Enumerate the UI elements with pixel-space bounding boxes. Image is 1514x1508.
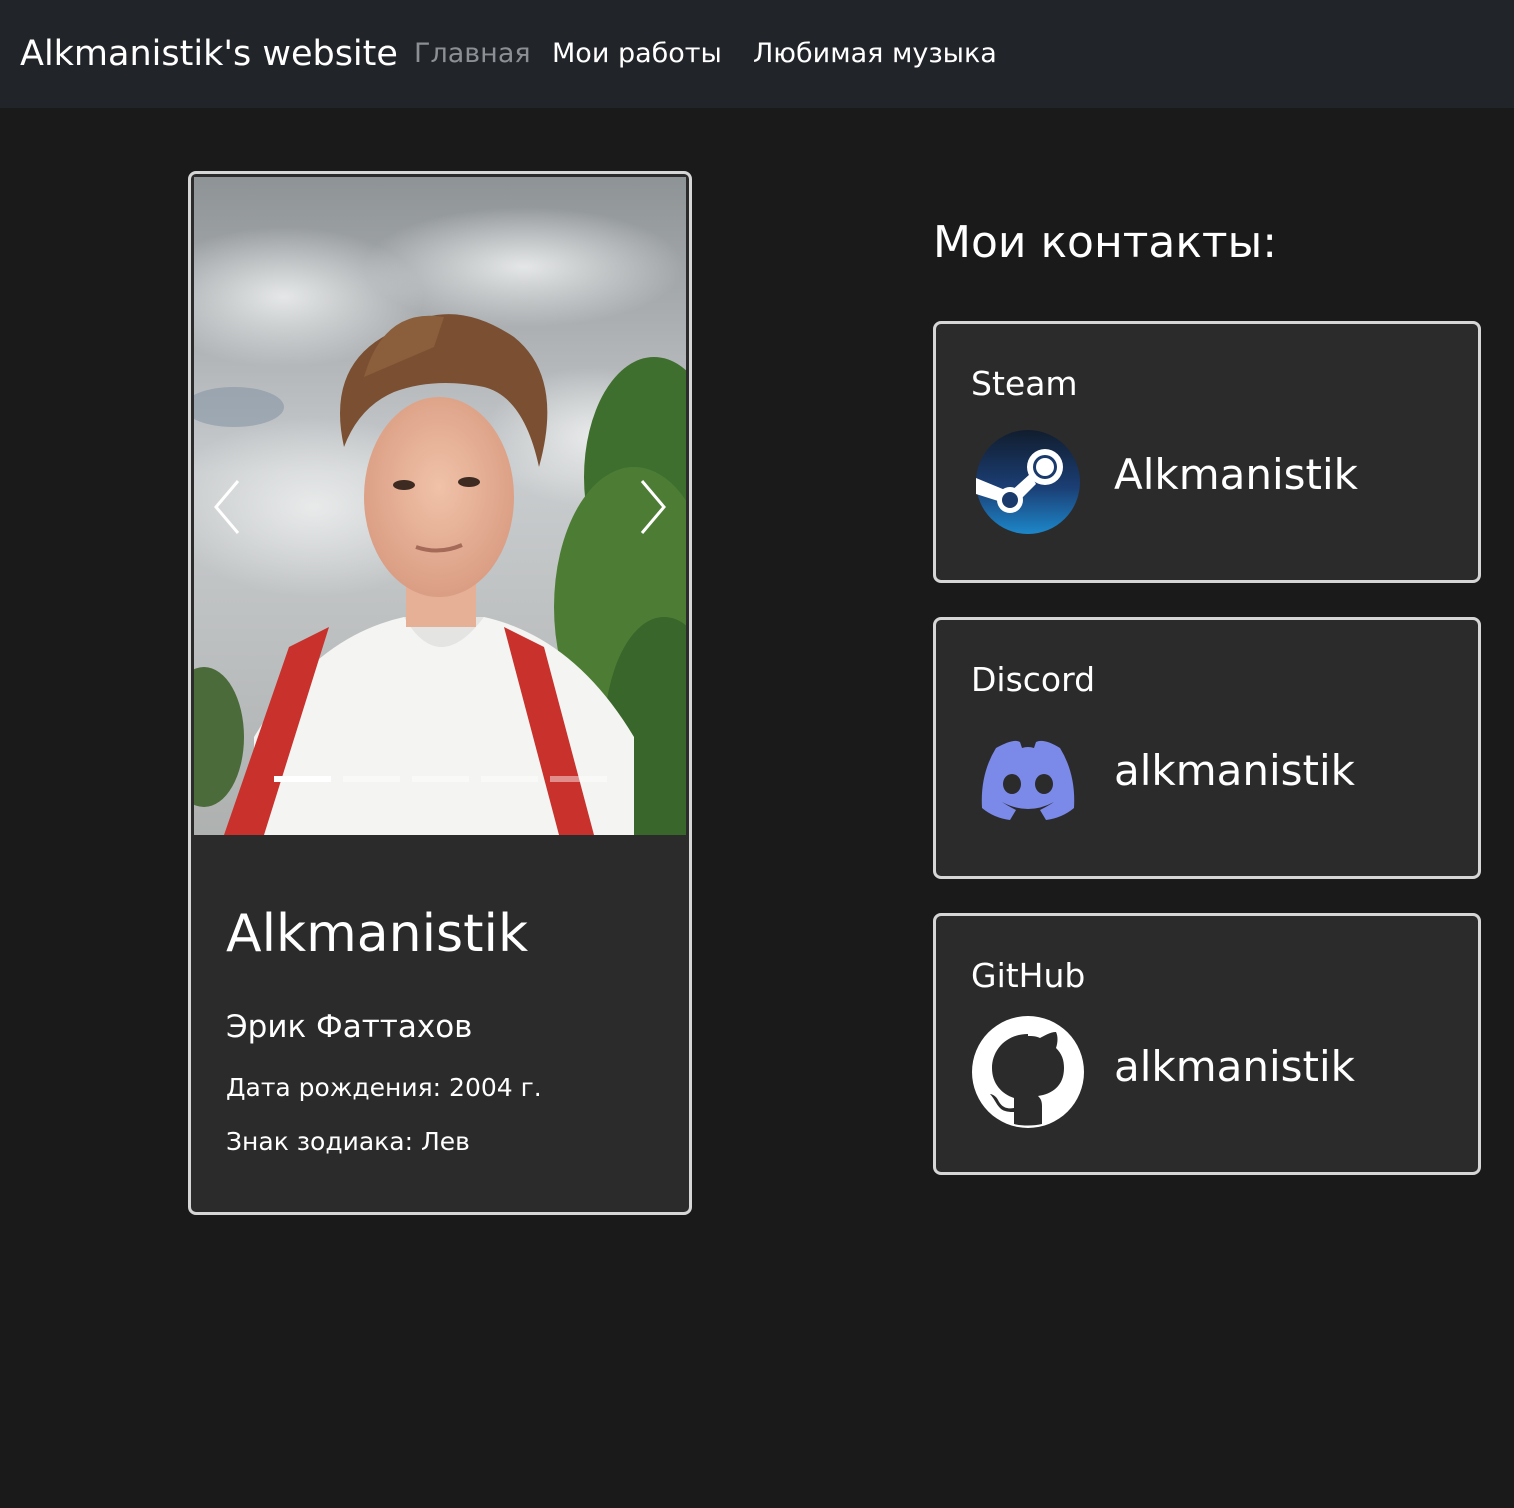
contact-handle[interactable]: Alkmanistik	[1114, 448, 1358, 502]
brand-link[interactable]: Alkmanistik's website	[20, 30, 398, 78]
nav-link-works[interactable]: Мои работы	[552, 36, 722, 72]
photo-carousel[interactable]	[194, 177, 686, 835]
contact-handle[interactable]: alkmanistik	[1114, 744, 1355, 798]
profile-photo	[194, 177, 686, 835]
chevron-left-icon	[214, 480, 240, 534]
profile-real-name: Эрик Фаттахов	[226, 1009, 473, 1045]
carousel-indicator-1[interactable]	[274, 776, 331, 782]
chevron-right-icon	[640, 480, 666, 534]
contact-service-label: GitHub	[971, 956, 1086, 995]
contact-card-github[interactable]: GitHub alkmanistik	[933, 913, 1481, 1175]
carousel-indicator-4[interactable]	[481, 776, 538, 782]
navbar: Alkmanistik's website Главная Мои работы…	[0, 0, 1514, 108]
contacts-title: Мои контакты:	[933, 217, 1278, 268]
nav-link-home[interactable]: Главная	[414, 36, 531, 72]
discord-icon	[974, 724, 1082, 832]
contact-service-label: Steam	[971, 364, 1078, 403]
profile-zodiac: Знак зодиака: Лев	[226, 1127, 470, 1156]
carousel-prev-button[interactable]	[208, 477, 248, 537]
profile-nickname: Alkmanistik	[226, 904, 529, 964]
carousel-indicator-5[interactable]	[550, 776, 607, 782]
profile-card: Alkmanistik Эрик Фаттахов Дата рождения:…	[188, 171, 692, 1215]
contact-card-discord[interactable]: Discord alkmanistik	[933, 617, 1481, 879]
contact-handle[interactable]: alkmanistik	[1114, 1040, 1355, 1094]
nav-link-music[interactable]: Любимая музыка	[753, 36, 997, 72]
github-icon	[970, 1014, 1086, 1130]
carousel-indicator-3[interactable]	[412, 776, 469, 782]
contact-card-steam[interactable]: Steam Alkmanistik	[933, 321, 1481, 583]
steam-icon	[974, 428, 1082, 536]
carousel-next-button[interactable]	[632, 477, 672, 537]
carousel-indicator-2[interactable]	[343, 776, 400, 782]
contact-service-label: Discord	[971, 660, 1096, 699]
profile-birth: Дата рождения: 2004 г.	[226, 1073, 542, 1102]
